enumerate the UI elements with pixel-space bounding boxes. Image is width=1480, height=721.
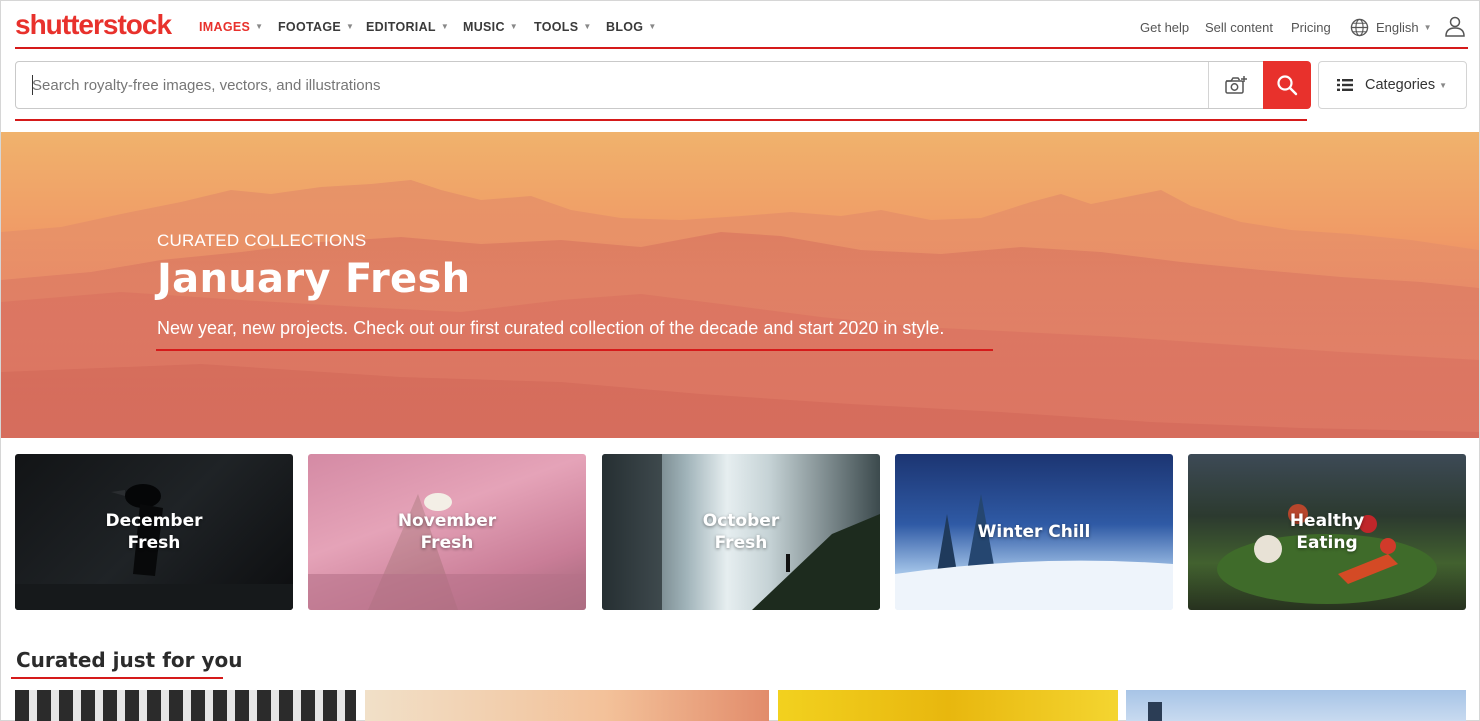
nav-blog-label: BLOG — [606, 20, 644, 34]
list-icon — [1337, 79, 1353, 91]
globe-icon[interactable] — [1350, 18, 1369, 37]
nav-footage-label: FOOTAGE — [278, 20, 341, 34]
shutterstock-logo[interactable]: shutterstock — [15, 9, 172, 41]
search-underline — [15, 119, 1307, 121]
camera-search-icon — [1225, 76, 1247, 94]
nav-editorial[interactable]: EDITORIAL ▼ — [366, 20, 449, 34]
chevron-down-icon: ▼ — [255, 22, 264, 31]
search-icon — [1277, 75, 1298, 96]
curated-section-title: Curated just for you — [16, 648, 243, 672]
hero-eyebrow: CURATED COLLECTIONS — [157, 231, 367, 250]
search-button[interactable] — [1263, 61, 1311, 109]
top-navigation: shutterstock IMAGES ▼ FOOTAGE ▼ EDITORIAL ▼… — [0, 0, 1480, 50]
search-bar — [15, 61, 1311, 109]
categories-button[interactable]: Categories ▼ — [1318, 61, 1467, 109]
collection-label: Winter Chill — [977, 522, 1091, 542]
chevron-down-icon: ▼ — [648, 22, 657, 31]
hero-banner[interactable]: CURATED COLLECTIONS January Fresh New ye… — [1, 132, 1479, 438]
chevron-down-icon: ▼ — [345, 22, 355, 31]
curated-title-underline — [11, 677, 223, 679]
categories-label: Categories — [1365, 77, 1436, 93]
thumbnail-detail — [1148, 702, 1162, 721]
chevron-down-icon: ▼ — [1439, 80, 1448, 90]
language-label: English — [1376, 20, 1419, 35]
collection-card-november[interactable]: November Fresh — [308, 454, 586, 610]
chevron-down-icon: ▼ — [440, 22, 450, 31]
sell-content-link[interactable]: Sell content — [1205, 20, 1273, 35]
collection-card-october[interactable]: October Fresh — [602, 454, 880, 610]
nav-images[interactable]: IMAGES ▼ — [199, 20, 263, 34]
language-selector[interactable]: English ▼ — [1376, 20, 1432, 35]
hero-subtitle: New year, new projects. Check out our fi… — [157, 318, 945, 338]
user-icon[interactable] — [1444, 15, 1466, 37]
nav-tools-label: TOOLS — [534, 20, 579, 34]
nav-editorial-label: EDITORIAL — [366, 20, 436, 34]
hero-subtitle-underline — [156, 349, 993, 351]
curated-thumbnail-building[interactable] — [15, 690, 356, 721]
nav-footage[interactable]: FOOTAGE ▼ — [278, 20, 354, 34]
nav-images-label: IMAGES — [199, 20, 251, 34]
hero-title: January Fresh — [157, 256, 471, 302]
chevron-down-icon: ▼ — [509, 22, 518, 31]
curated-thumbnail-sunflower[interactable] — [778, 690, 1118, 721]
nav-blog[interactable]: BLOG ▼ — [606, 20, 657, 34]
collection-label: December Fresh — [105, 511, 203, 553]
collection-label: October Fresh — [702, 511, 780, 553]
collection-card-winter-chill[interactable]: Winter Chill — [895, 454, 1173, 610]
nav-music-label: MUSIC — [463, 20, 505, 34]
text-cursor — [32, 75, 33, 95]
camera-search-button[interactable] — [1208, 62, 1263, 108]
nav-music[interactable]: MUSIC ▼ — [463, 20, 518, 34]
collection-label: Healthy Eating — [1289, 511, 1365, 553]
curated-thumbnail-sunset[interactable] — [365, 690, 769, 721]
collection-label: November Fresh — [397, 511, 497, 553]
collection-card-december[interactable]: December Fresh — [15, 454, 293, 610]
search-input[interactable] — [32, 62, 1202, 108]
pricing-link[interactable]: Pricing — [1291, 20, 1331, 35]
curated-thumbnail-sky[interactable] — [1126, 690, 1466, 721]
chevron-down-icon: ▼ — [583, 22, 592, 31]
nav-underline — [15, 47, 1468, 49]
nav-tools[interactable]: TOOLS ▼ — [534, 20, 592, 34]
collection-card-healthy-eating[interactable]: Healthy Eating — [1188, 454, 1466, 610]
get-help-link[interactable]: Get help — [1140, 20, 1189, 35]
chevron-down-icon: ▼ — [1423, 23, 1432, 32]
